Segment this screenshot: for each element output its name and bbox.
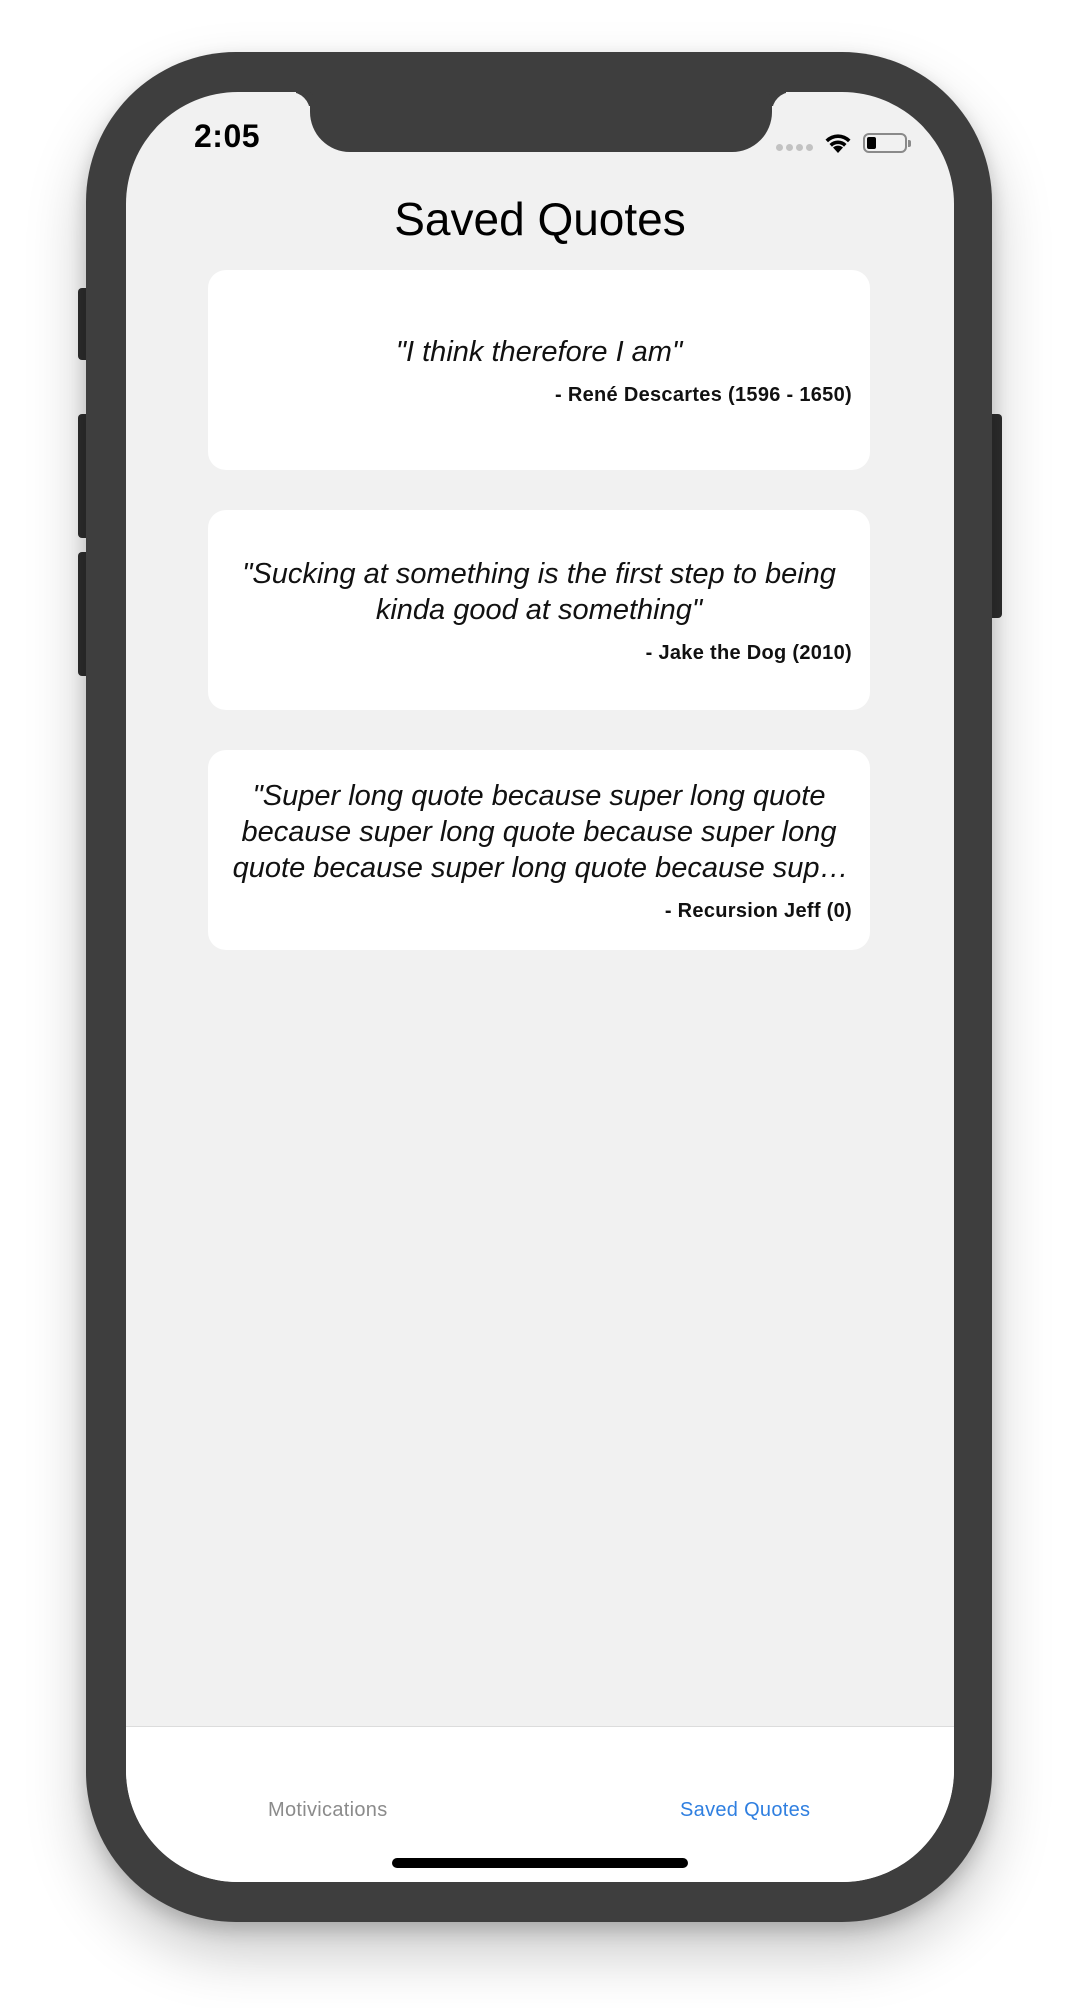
quote-list: "I think therefore I am" - René Descarte… <box>208 270 870 990</box>
quote-card[interactable]: "Sucking at something is the first step … <box>208 510 870 710</box>
page-title: Saved Quotes <box>394 193 686 245</box>
quote-text: "Super long quote because super long quo… <box>232 779 846 884</box>
wifi-icon <box>825 134 851 153</box>
battery-icon <box>863 133 911 153</box>
app-screen: 2:05 Saved Quotes "I think therefore I a… <box>126 92 954 1882</box>
quote-text: "I think therefore I am" <box>395 335 683 368</box>
tab-motivications[interactable]: Motivications <box>268 1799 388 1822</box>
home-indicator[interactable] <box>392 1858 688 1868</box>
quote-author: - Recursion Jeff (0) <box>664 899 852 922</box>
device-mockup: 2:05 Saved Quotes "I think therefore I a… <box>0 0 1080 2008</box>
status-icons <box>776 128 911 158</box>
quote-card[interactable]: "Super long quote because super long quo… <box>208 750 870 950</box>
quote-author: - René Descartes (1596 - 1650) <box>555 383 852 406</box>
cellular-signal-icon <box>776 143 813 151</box>
notch <box>310 92 772 152</box>
quote-card[interactable]: "I think therefore I am" - René Descarte… <box>208 270 870 470</box>
quote-text: "Sucking at something is the first step … <box>242 557 836 626</box>
tab-saved-quotes[interactable]: Saved Quotes <box>680 1799 810 1822</box>
battery-level <box>867 137 876 149</box>
status-time: 2:05 <box>194 118 261 154</box>
quote-author: - Jake the Dog (2010) <box>645 641 852 664</box>
